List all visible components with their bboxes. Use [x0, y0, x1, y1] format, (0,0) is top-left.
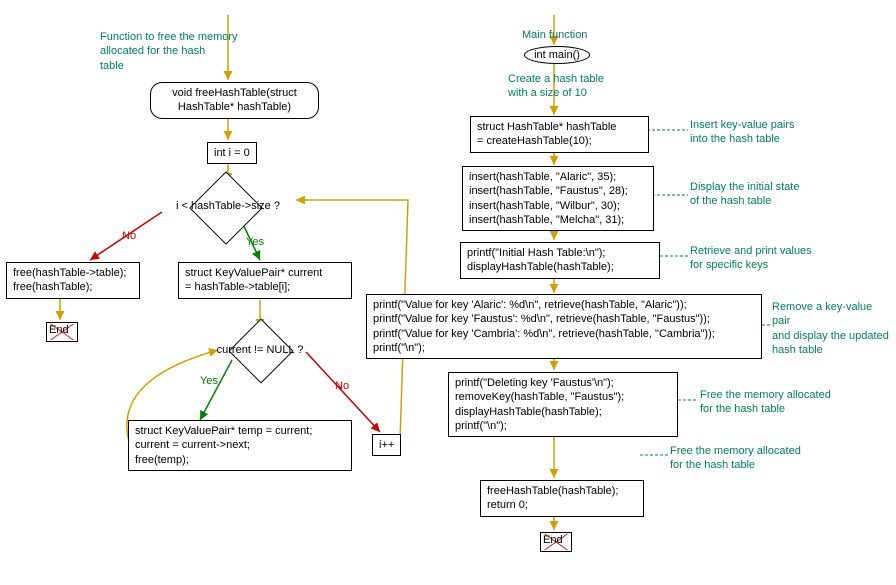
node-free-return: freeHashTable(hashTable);return 0;	[480, 480, 644, 517]
node-free-hashtable: free(hashTable->table);free(hashTable);	[6, 262, 140, 299]
decision-size-text: i < hashTable->size ?	[168, 200, 288, 212]
comment-display: Display the initial stateof the hash tab…	[690, 180, 840, 209]
label-yes-1: Yes	[246, 236, 264, 248]
node-remove: printf("Deleting key 'Faustus'\n");remov…	[448, 372, 678, 437]
node-loop-body: struct KeyValuePair* temp = current;curr…	[128, 420, 352, 471]
node-func-sig: void freeHashTable(struct HashTable* has…	[150, 82, 319, 119]
comment-insert: Insert key-value pairsinto the hash tabl…	[690, 118, 830, 147]
comment-create: Create a hash tablewith a size of 10	[508, 72, 618, 101]
label-yes-2: Yes	[200, 375, 218, 387]
node-display1: printf("Initial Hash Table:\n");displayH…	[460, 242, 660, 279]
node-inserts: insert(hashTable, "Alaric", 35);insert(h…	[462, 166, 654, 231]
comment-free: Free the memory allocatedfor the hash ta…	[700, 388, 850, 417]
comment-retrieve: Retrieve and print valuesfor specific ke…	[690, 244, 840, 273]
decision-null-text: current != NULL ?	[210, 344, 310, 356]
comment-remove: Remove a key-value pairand display the u…	[772, 300, 892, 357]
comment-main: Main function	[522, 28, 587, 42]
node-init-i: int i = 0	[207, 142, 257, 164]
node-increment: i++	[372, 434, 401, 456]
label-no-2: No	[335, 380, 349, 392]
end-label-right: End	[543, 534, 563, 546]
node-main-sig: int main()	[524, 46, 590, 64]
comment-free-func: Function to free the memoryallocated for…	[100, 30, 270, 73]
node-current-assign: struct KeyValuePair* current= hashTable-…	[178, 262, 352, 299]
comment-free2: Free the memory allocatedfor the hash ta…	[670, 444, 830, 473]
node-retrieve: printf("Value for key 'Alaric': %d\n", r…	[366, 294, 762, 359]
end-label-left: End	[49, 324, 69, 336]
label-no-1: No	[122, 230, 136, 242]
node-create-hashtable: struct HashTable* hashTable= createHashT…	[470, 116, 649, 153]
